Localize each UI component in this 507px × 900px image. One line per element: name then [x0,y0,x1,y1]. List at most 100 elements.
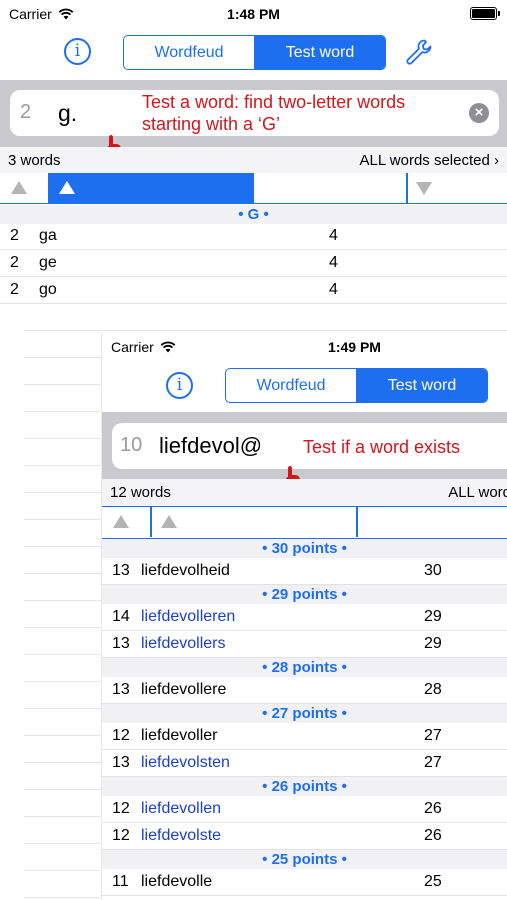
word-length: 12 [112,800,130,817]
word-count: 12 words [110,484,171,501]
battery-icon [470,7,500,20]
wrench-icon[interactable] [404,37,434,67]
list-item[interactable]: 2 ge 4 [0,250,507,277]
word-length: 13 [112,681,130,698]
sort-word[interactable] [48,173,254,203]
word-text: liefdevolle [141,873,213,890]
sort-up-icon [113,515,129,528]
sort-length[interactable] [0,173,48,203]
list-item[interactable]: 13 liefdevolheid 30 [102,558,507,585]
annotation-text: Test if a word exists [303,437,461,457]
section-header: • 30 points • [102,539,507,558]
word-points: 4 [329,227,338,244]
word-length: 11 [112,873,129,890]
search-query[interactable]: liefdevol@ [159,433,262,459]
word-text: go [39,281,57,298]
word-text: liefdevollere [141,681,227,698]
list-item[interactable]: 12 liefdevoller 27 [102,723,507,750]
word-points: 4 [329,281,338,298]
section-header: • G • [0,205,507,224]
status-time: 1:49 PM [328,339,381,355]
sort-length[interactable] [102,507,150,537]
word-text: liefdevollers [141,635,226,652]
query-length: 10 [120,434,143,456]
sort-word[interactable] [150,507,356,537]
word-points: 29 [424,635,442,652]
word-text: liefdevolleren [141,608,236,625]
nav-bar: i Wordfeud Test word [102,363,507,407]
word-points: 27 [424,754,442,771]
annotation-text: Test a word: find two-letter words start… [142,92,406,134]
word-length: 13 [112,754,130,771]
word-points: 30 [424,562,442,579]
selection-filter[interactable]: ALL words selected › [359,152,499,169]
word-length: 12 [112,827,130,844]
clear-icon[interactable]: × [469,103,489,123]
list-item[interactable]: 12 liefdevollen 26 [102,796,507,823]
word-length: 2 [10,281,19,298]
word-points: 26 [424,800,442,817]
word-text: liefdevolsten [141,754,230,771]
mode-segmented-control[interactable]: Wordfeud Test word [225,368,488,403]
word-length: 12 [112,727,130,744]
results-header: 12 words ALL word [102,479,507,507]
section-header: • 29 points • [102,585,507,604]
info-icon[interactable]: i [166,372,193,399]
word-length: 2 [10,254,19,271]
word-text: liefdevolheid [141,562,230,579]
word-text: ge [39,254,57,271]
word-text: ga [39,227,57,244]
nav-bar: i Wordfeud Test word [0,30,507,74]
word-points: 28 [424,681,442,698]
list-item[interactable]: 12 liefdevolste 26 [102,823,507,850]
word-length: 13 [112,562,130,579]
status-bar: Carrier 1:49 PM [102,333,507,359]
segment-test-word[interactable]: Test word [254,36,385,69]
section-header: • 26 points • [102,777,507,796]
word-points: 26 [424,827,442,844]
sort-bar [0,173,507,204]
section-header: • 27 points • [102,704,507,723]
list-item[interactable]: 13 liefdevollers 29 [102,631,507,658]
list-item[interactable]: 2 ga 4 [0,223,507,250]
list-item[interactable]: 14 liefdevolleren 29 [102,604,507,631]
sort-points[interactable] [406,173,507,203]
status-time: 1:48 PM [227,6,280,22]
sort-up-icon [11,181,27,194]
selection-filter[interactable]: ALL word [448,484,507,501]
empty-row-separator [24,330,507,331]
status-bar: Carrier 1:48 PM [0,0,507,26]
results-header: 3 words ALL words selected › [0,147,507,175]
section-header: • 28 points • [102,658,507,677]
sort-points[interactable] [356,507,507,537]
section-header: • 25 points • [102,850,507,869]
word-text: liefdevolste [141,827,222,844]
screen-test-word-exists: Carrier 1:49 PM i Wordfeud Test word 10 … [101,333,507,900]
sort-up-icon [59,181,75,194]
segment-wordfeud[interactable]: Wordfeud [226,369,356,402]
info-icon[interactable]: i [64,38,91,65]
word-length: 2 [10,227,19,244]
sort-blank[interactable] [254,173,406,203]
segment-test-word[interactable]: Test word [356,369,487,402]
word-length: 14 [112,608,130,625]
list-item[interactable]: 13 liefdevolsten 27 [102,750,507,777]
search-query[interactable]: g. [58,100,77,127]
list-item[interactable]: 2 go 4 [0,277,507,304]
query-length: 2 [20,101,32,123]
mode-segmented-control[interactable]: Wordfeud Test word [123,35,386,70]
sort-up-icon [161,515,177,528]
word-points: 27 [424,727,442,744]
word-text: liefdevollen [141,800,222,817]
sort-bar [102,506,507,539]
word-points: 25 [424,873,442,890]
word-length: 13 [112,635,130,652]
word-text: liefdevoller [141,727,218,744]
sort-down-icon [416,182,432,195]
list-item[interactable]: 11 liefdevolle 25 [102,869,507,896]
word-count: 3 words [8,152,61,169]
list-item[interactable]: 13 liefdevollere 28 [102,677,507,704]
word-points: 4 [329,254,338,271]
segment-wordfeud[interactable]: Wordfeud [124,36,254,69]
word-points: 29 [424,608,442,625]
